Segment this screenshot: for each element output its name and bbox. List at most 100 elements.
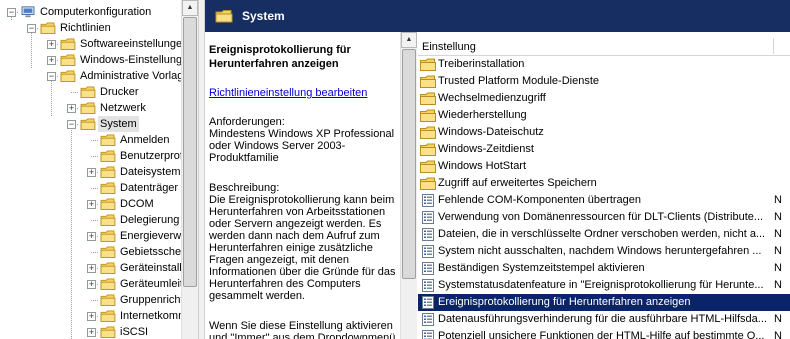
tree-item[interactable]: + Internetkommunikation [0,308,181,324]
folder-icon [215,10,233,23]
scroll-thumb[interactable] [402,49,416,279]
tree-item[interactable]: + Energieverwaltung [0,228,181,244]
folder-icon [420,58,436,71]
policy-setting-row[interactable]: Verwendung von Domänenressourcen für DLT… [418,209,790,226]
policy-setting-row[interactable]: Fehlende COM-Komponenten übertragen N [418,192,790,209]
tree-connector [91,252,98,253]
policy-setting-row[interactable]: Datenausführungsverhinderung für die aus… [418,311,790,328]
tree-item-label: Datenträger [120,182,179,194]
column-header-einstellung[interactable]: Einstellung [418,32,790,56]
tree-pane[interactable]: − Computerkonfiguration − Richtlinien + Softw… [0,0,181,339]
setting-label: Datenausführungsverhinderung für die aus… [438,313,767,325]
tree-scrollbar[interactable]: ▲ [181,0,198,339]
scroll-thumb[interactable] [183,17,197,287]
expand-icon[interactable]: + [87,280,96,289]
setting-state: N [774,279,782,291]
computer-icon [21,6,35,18]
collapse-icon[interactable]: − [27,24,36,33]
tree-connector [91,300,98,301]
setting-state: N [774,194,782,206]
list-folder-item[interactable]: Windows-Zeitdienst [418,141,790,158]
details-header: System [205,0,790,32]
setting-state: N [774,313,782,325]
column-separator[interactable] [773,38,774,54]
tree-item[interactable]: + Dateisystem [0,164,181,180]
list-folder-item[interactable]: Treiberinstallation [418,56,790,73]
folder-icon [100,278,116,290]
tree-item[interactable]: − Administrative Vorlagen [0,68,181,84]
expand-icon[interactable]: + [67,104,76,113]
policy-setting-row[interactable]: Systemstatusdatenfeature in "Ereignispro… [418,277,790,294]
description-scrollbar[interactable]: ▲ [400,32,417,339]
policy-setting-row[interactable]: Ereignisprotokollierung für Herunterfahr… [418,294,790,311]
expand-icon[interactable]: + [87,264,96,273]
tree-connector [91,140,98,141]
tree-item-label: Anmelden [120,134,170,146]
expand-icon[interactable]: + [87,312,96,321]
folder-icon [100,326,116,338]
folder-icon [60,70,76,82]
expand-icon[interactable]: + [87,168,96,177]
policy-setting-icon [422,211,434,224]
list-folder-item[interactable]: Zugriff auf erweitertes Speichern [418,175,790,192]
folder-icon [60,54,76,66]
expand-icon[interactable]: + [87,232,96,241]
header-title: System [242,9,285,23]
folder-icon [100,198,116,210]
description-text: Die Ereignisprotokollierung kann beim He… [209,194,396,302]
setting-state: N [774,330,782,339]
scroll-up-arrow-icon[interactable]: ▲ [401,32,417,48]
tree-item[interactable]: + Windows-Einstellungen [0,52,181,68]
tree-item[interactable]: − Richtlinien [0,20,181,36]
tree-item[interactable]: + Netzwerk [0,100,181,116]
tree-item[interactable]: Benutzerprofile [0,148,181,164]
folder-icon [100,230,116,242]
setting-label: Fehlende COM-Komponenten übertragen [438,194,642,206]
tree-item[interactable]: Delegierung [0,212,181,228]
tree-item[interactable]: − Computerkonfiguration [0,4,181,20]
list-folder-item[interactable]: Wechselmedienzugriff [418,90,790,107]
tree-item-label: Richtlinien [60,22,111,34]
expand-icon[interactable]: + [87,328,96,337]
policy-setting-icon [422,245,434,258]
tree-item[interactable]: Gruppenrichtlinie [0,292,181,308]
list-folder-item[interactable]: Windows-Dateischutz [418,124,790,141]
collapse-icon[interactable]: − [7,8,16,17]
tree-item-label: Geräteinstallation [120,262,181,274]
scroll-up-arrow-icon[interactable]: ▲ [182,0,198,16]
list-folder-item[interactable]: Trusted Platform Module-Dienste [418,73,790,90]
tree-item[interactable]: Drucker [0,84,181,100]
folder-icon [420,160,436,173]
folder-icon [420,177,436,190]
collapse-icon[interactable]: − [67,120,76,129]
expand-icon[interactable]: + [47,40,56,49]
tree-item[interactable]: + iSCSI [0,324,181,339]
tree-item[interactable]: − System [0,116,181,132]
settings-list[interactable]: Einstellung Treiberinstallation Trusted P… [418,32,790,339]
list-folder-item[interactable]: Windows HotStart [418,158,790,175]
tree-item[interactable]: + Softwareeinstellungen [0,36,181,52]
tree-item[interactable]: Anmelden [0,132,181,148]
collapse-icon[interactable]: − [47,72,56,81]
setting-label: Windows-Zeitdienst [438,143,534,155]
tree-item[interactable]: + DCOM [0,196,181,212]
expand-icon[interactable]: + [47,56,56,65]
tree-connector [91,188,98,189]
tree-item[interactable]: Gebietsschema [0,244,181,260]
policy-setting-row[interactable]: Dateien, die in verschlüsselte Ordner ve… [418,226,790,243]
requirements-label: Anforderungen: [209,116,285,128]
tree-item[interactable]: + Geräteinstallation [0,260,181,276]
tree-item-label: Windows-Einstellungen [80,54,181,66]
policy-setting-row[interactable]: Potenziell unsichere Funktionen der HTML… [418,328,790,339]
list-folder-item[interactable]: Wiederherstellung [418,107,790,124]
policy-setting-row[interactable]: System nicht ausschalten, nachdem Window… [418,243,790,260]
expand-icon[interactable]: + [87,200,96,209]
policy-setting-row[interactable]: Beständigen Systemzeitstempel aktivieren… [418,260,790,277]
tree-item[interactable]: + Geräteumleitung [0,276,181,292]
tree-item-label: Dateisystem [120,166,181,178]
edit-policy-link[interactable]: Richtlinieneinstellung bearbeiten [209,87,367,99]
description-label: Beschreibung: [209,182,280,194]
folder-icon [100,262,116,274]
tree-item[interactable]: Datenträger [0,180,181,196]
pane-splitter[interactable] [198,0,205,339]
